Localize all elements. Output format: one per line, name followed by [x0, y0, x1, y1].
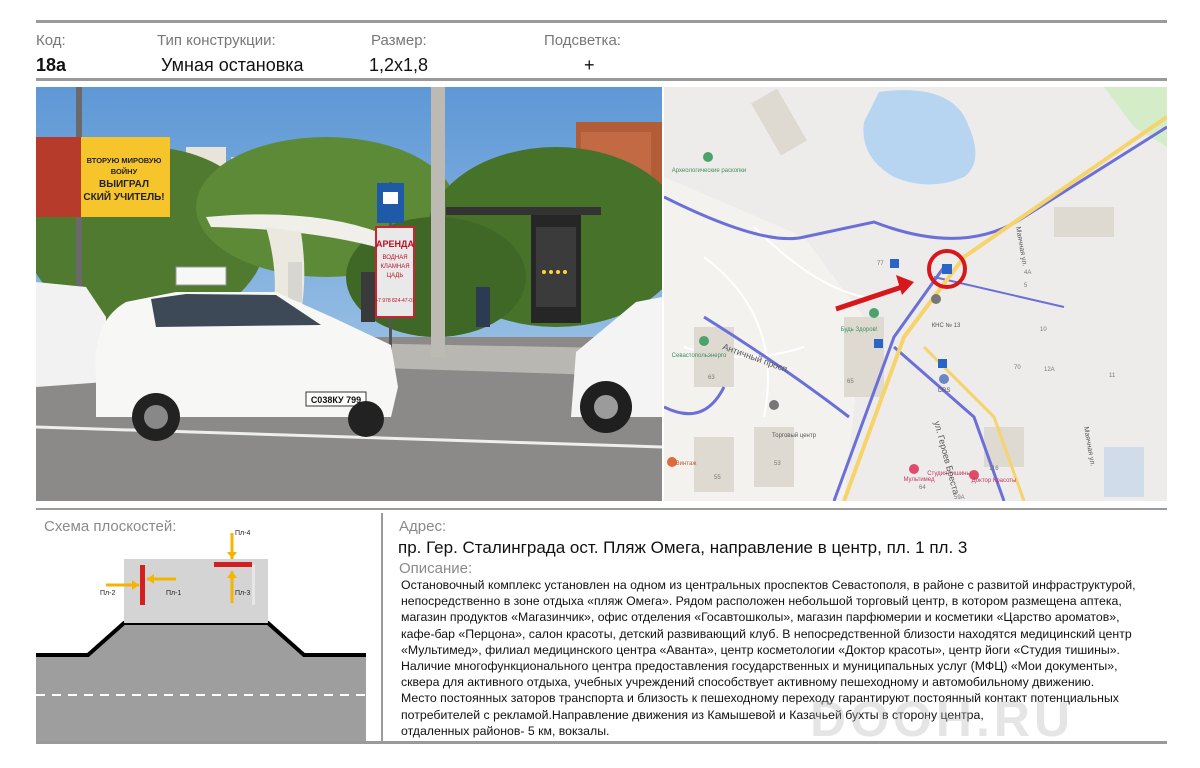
pl3-label: Пл-3	[235, 590, 250, 597]
map-poi-8: Мультимед	[903, 477, 935, 483]
map-num-12: 4А	[1024, 270, 1031, 276]
section-rule	[36, 508, 1167, 510]
desc-line: кафе-бар «Перцона», салон красоты, детск…	[401, 626, 1132, 641]
address-label: Адрес:	[399, 518, 447, 535]
billboard-line-2: ВОЙНУ	[111, 167, 138, 176]
desc-line: магазин продуктов «Магазинчик», офис отд…	[401, 610, 1120, 625]
description-label: Описание:	[399, 560, 473, 577]
billboard-line-3: ВЫИГРАЛ	[99, 179, 149, 190]
map-num-6: 10	[1040, 327, 1047, 333]
type-value: Умная остановка	[161, 55, 304, 75]
header-bottom-rule	[36, 78, 1167, 81]
map-poi-4: Севастопольэнерго	[672, 353, 727, 359]
map-poi-9: Доктор Красоты	[972, 478, 1017, 484]
map-poi-2: Будь Здоров!	[841, 327, 878, 333]
type-label: Тип конструкции:	[157, 32, 276, 49]
location-map[interactable]: Археологические раскопки Будь Здоров! КН…	[664, 87, 1167, 501]
watermark: DOOH.RU	[810, 691, 1075, 747]
shelter-ad-line-3: КЛАМНАЯ	[380, 264, 409, 270]
plane-scheme: Схема плоскостей: Пл-1 Пл-2 Пл-3 Пл-4	[36, 513, 380, 741]
street-photo: ВТОРУЮ МИРОВУЮ ВОЙНУ ВЫИГРАЛ СКИЙ УЧИТЕЛ…	[36, 87, 662, 501]
bottom-rule	[36, 741, 1167, 744]
desc-line: сквера для активного отдыха, учебных учр…	[401, 675, 1095, 690]
map-poi-3: КНС № 13	[932, 322, 961, 329]
plane-4-marker	[214, 562, 252, 567]
shelter-ad-line-4: ЦАДЬ	[387, 273, 404, 279]
pl1-label: Пл-1	[166, 590, 181, 597]
pl4-label: Пл-4	[235, 530, 250, 537]
vertical-divider	[381, 513, 383, 741]
map-num-5: 70	[1014, 365, 1021, 371]
map-num-7: 12А	[1044, 367, 1055, 373]
map-poi-1: Археологические раскопки	[672, 168, 747, 174]
pl2-label: Пл-2	[100, 590, 115, 597]
map-num-11: 59А	[954, 495, 965, 501]
billboard-line-4: СКИЙ УЧИТЕЛЬ!	[83, 190, 164, 203]
plane-2-marker	[140, 565, 145, 605]
map-num-10: 64	[919, 485, 926, 491]
light-label: Подсветка:	[544, 32, 621, 49]
taxi-plate: С038КУ 799	[311, 395, 361, 405]
code-label: Код:	[36, 32, 66, 49]
desc-line: «Мультимед», филиал медицинского центра …	[401, 642, 1120, 657]
map-poi-10: Винтаж	[676, 461, 697, 467]
shelter-ad-line-1: АРЕНДА	[376, 239, 414, 249]
desc-line: Остановочный комплекс установлен на одно…	[401, 578, 1136, 592]
map-num-8: 11	[1109, 373, 1116, 379]
billboard-line-1: ВТОРУЮ МИРОВУЮ	[87, 156, 162, 165]
light-value: +	[584, 55, 595, 75]
map-num-2: 65	[847, 379, 854, 385]
size-value: 1,2х1,8	[369, 55, 429, 75]
map-num-9: 116	[989, 466, 999, 472]
address-value: пр. Гер. Сталинграда ост. Пляж Омега, на…	[398, 538, 968, 557]
shelter-ad-phone: +7 978 824-47-01	[375, 298, 415, 304]
map-num-1: 63	[708, 375, 715, 381]
top-rule	[36, 20, 1167, 23]
map-poi-6: CRS	[938, 388, 951, 394]
desc-line: непосредственно в зоне отдыха «пляж Омег…	[401, 594, 1122, 609]
size-label: Размер:	[371, 32, 427, 49]
map-num-14: 77	[877, 261, 884, 267]
map-num-4: 55	[714, 475, 721, 481]
map-num-3: 53	[774, 461, 781, 467]
code-value: 18а	[36, 55, 67, 75]
map-poi-5: Торговый центр	[772, 432, 817, 439]
shelter-ad-line-2: ВОДНАЯ	[382, 255, 407, 261]
desc-line: Наличие многофункционального центра пред…	[401, 659, 1118, 674]
